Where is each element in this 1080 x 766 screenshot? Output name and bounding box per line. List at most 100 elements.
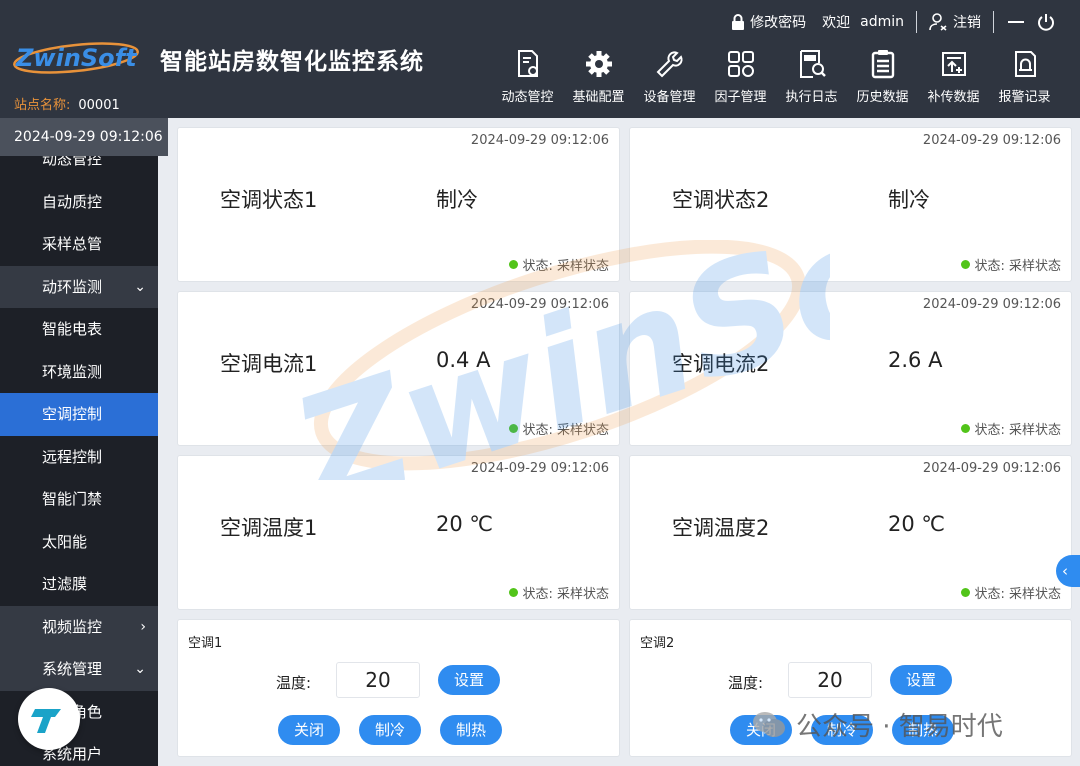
station-value: 00001 bbox=[78, 98, 120, 113]
nav-alarm-records[interactable]: 报警记录 bbox=[989, 48, 1060, 105]
minimize-icon[interactable] bbox=[1006, 12, 1026, 32]
app-header: ZwinSoft 智能站房数智化监控系统 站点名称: 00001 修改密码 欢迎 … bbox=[0, 0, 1080, 118]
nav-label: 因子管理 bbox=[714, 90, 767, 105]
sidebar-item-label: 太阳能 bbox=[42, 532, 88, 551]
nav-history-data[interactable]: 历史数据 bbox=[847, 48, 918, 105]
power-icon[interactable] bbox=[1036, 12, 1056, 32]
card-status: 状态: 采样状态 bbox=[961, 583, 1061, 602]
nav-execution-log[interactable]: 执行日志 bbox=[776, 48, 847, 105]
ac-2-control-panel: 空调2 温度: 20 设置 关闭 制冷 制热 bbox=[629, 619, 1072, 757]
sidebar-item-solar[interactable]: 太阳能 bbox=[0, 520, 158, 563]
nav-label: 历史数据 bbox=[856, 90, 909, 105]
card-timestamp: 2024-09-29 09:12:06 bbox=[922, 133, 1061, 148]
card-name: 空调状态2 bbox=[672, 188, 770, 212]
chevron-down-icon: ⌄ bbox=[134, 278, 146, 295]
card-value: 20 ℃ bbox=[436, 512, 493, 536]
sidebar-item-sampling[interactable]: 采样总管 bbox=[0, 223, 158, 266]
chevron-down-icon: ⌄ bbox=[134, 661, 146, 677]
temperature-input[interactable]: 20 bbox=[336, 662, 420, 698]
sidebar-item-label: 智能电表 bbox=[42, 320, 103, 338]
sidebar-item-env-monitor[interactable]: 环境监测 bbox=[0, 350, 158, 393]
nav-label: 补传数据 bbox=[927, 90, 980, 105]
username: admin bbox=[860, 14, 904, 30]
logout-label: 注销 bbox=[953, 15, 981, 31]
card-status: 状态: 采样状态 bbox=[961, 255, 1061, 274]
status-text: 状态: 采样状态 bbox=[522, 587, 609, 602]
ac-current-1-card: 2024-09-29 09:12:06 空调电流1 0.4 A 状态: 采样状态 bbox=[177, 291, 620, 446]
ac-1-control-panel: 空调1 温度: 20 设置 关闭 制冷 制热 bbox=[177, 619, 620, 757]
sidebar-item-label: 远程控制 bbox=[42, 447, 103, 466]
collapse-tab-button[interactable]: ‹ bbox=[1056, 555, 1080, 587]
change-password-link[interactable]: 修改密码 bbox=[730, 12, 806, 32]
main-content: 2024-09-29 09:12:06 空调状态1 制冷 状态: 采样状态 20… bbox=[168, 118, 1080, 766]
change-password-label: 修改密码 bbox=[750, 15, 807, 31]
card-value: 0.4 A bbox=[436, 348, 491, 372]
sidebar-item-door-access[interactable]: 智能门禁 bbox=[0, 478, 158, 521]
top-bar: 修改密码 欢迎 admin 注销 bbox=[730, 9, 1056, 35]
sidebar-item-remote-control[interactable]: 远程控制 bbox=[0, 435, 158, 478]
sidebar-item-label: 智能门禁 bbox=[42, 490, 103, 508]
nav-factor-management[interactable]: 因子管理 bbox=[705, 48, 776, 105]
ac-temp-2-card: 2024-09-29 09:12:06 空调温度2 20 ℃ 状态: 采样状态 bbox=[629, 455, 1072, 610]
nav-supplement-data[interactable]: 补传数据 bbox=[918, 48, 989, 105]
ac-current-2-card: 2024-09-29 09:12:06 空调电流2 2.6 A 状态: 采样状态 bbox=[629, 291, 1072, 446]
ac-temp-1-card: 2024-09-29 09:12:06 空调温度1 20 ℃ 状态: 采样状态 bbox=[177, 455, 620, 610]
card-name: 空调电流1 bbox=[220, 352, 318, 376]
sidebar-group-environment[interactable]: 动环监测 ⌄ bbox=[0, 265, 158, 308]
sidebar-item-smart-meter[interactable]: 智能电表 bbox=[0, 308, 158, 351]
status-text: 状态: 采样状态 bbox=[522, 423, 609, 438]
cool-button[interactable]: 制冷 bbox=[359, 715, 421, 745]
status-dot-icon bbox=[961, 588, 971, 597]
nav-label: 设备管理 bbox=[643, 90, 696, 105]
sidebar-item-filter-membrane[interactable]: 过滤膜 bbox=[0, 563, 158, 606]
floating-app-logo[interactable] bbox=[18, 688, 80, 750]
status-text: 状态: 采样状态 bbox=[974, 423, 1061, 438]
system-title: 智能站房数智化监控系统 bbox=[160, 49, 424, 75]
zwinsoft-logo: ZwinSoft bbox=[13, 42, 139, 74]
set-button[interactable]: 设置 bbox=[890, 665, 952, 695]
card-timestamp: 2024-09-29 09:12:06 bbox=[470, 461, 609, 476]
card-value: 20 ℃ bbox=[888, 512, 945, 536]
nav-device-management[interactable]: 设备管理 bbox=[634, 48, 705, 105]
nav-label: 报警记录 bbox=[998, 90, 1051, 105]
sidebar-menu: 动态管控 自动质控 采样总管 动环监测 ⌄ 智能电表 环境监测 空调控制 远程控制… bbox=[0, 138, 158, 766]
ac-status-1-card: 2024-09-29 09:12:06 空调状态1 制冷 状态: 采样状态 bbox=[177, 127, 620, 282]
upload-box-icon bbox=[941, 52, 966, 76]
chevron-right-icon: › bbox=[140, 618, 146, 635]
nav-dynamic-control[interactable]: 动态管控 bbox=[492, 48, 563, 105]
card-timestamp: 2024-09-29 09:12:06 bbox=[922, 297, 1061, 312]
nav-label: 基础配置 bbox=[572, 90, 625, 105]
document-gear-icon bbox=[517, 50, 538, 77]
temperature-input[interactable]: 20 bbox=[788, 662, 872, 698]
sidebar-item-ac-control[interactable]: 空调控制 bbox=[0, 393, 158, 436]
sidebar-item-auto-qc[interactable]: 自动质控 bbox=[0, 180, 158, 223]
card-value: 2.6 A bbox=[888, 348, 943, 372]
card-timestamp: 2024-09-29 09:12:06 bbox=[470, 297, 609, 312]
nav-basic-config[interactable]: 基础配置 bbox=[563, 48, 634, 105]
sidebar-group-video[interactable]: 视频监控 › bbox=[0, 605, 158, 648]
status-text: 状态: 采样状态 bbox=[974, 259, 1061, 274]
off-button[interactable]: 关闭 bbox=[278, 715, 340, 745]
sidebar-datetime: 2024-09-29 09:12:06 bbox=[0, 118, 168, 156]
set-button[interactable]: 设置 bbox=[438, 665, 500, 695]
off-button[interactable]: 关闭 bbox=[730, 715, 792, 745]
card-timestamp: 2024-09-29 09:12:06 bbox=[470, 133, 609, 148]
sidebar-group-system[interactable]: 系统管理 ⌄ bbox=[0, 648, 158, 691]
sidebar-item-label: 采样总管 bbox=[42, 235, 103, 253]
status-dot-icon bbox=[961, 260, 971, 269]
status-dot-icon bbox=[509, 588, 519, 597]
heat-button[interactable]: 制热 bbox=[892, 715, 954, 745]
status-dot-icon bbox=[961, 424, 971, 433]
temperature-label: 温度: bbox=[728, 674, 764, 692]
station-label: 站点名称: bbox=[14, 98, 71, 113]
main-nav: 动态管控 基础配置 设备管理 因子管理 执行日志 历史数据 补传数据 报警记录 bbox=[492, 48, 1060, 105]
temperature-label: 温度: bbox=[276, 674, 312, 692]
sidebar-scrollbar[interactable] bbox=[158, 156, 168, 766]
alarm-bell-icon bbox=[1014, 51, 1036, 77]
heat-button[interactable]: 制热 bbox=[440, 715, 502, 745]
logout-button[interactable]: 注销 bbox=[929, 12, 981, 32]
lock-icon bbox=[732, 14, 745, 30]
card-timestamp: 2024-09-29 09:12:06 bbox=[922, 461, 1061, 476]
cool-button[interactable]: 制冷 bbox=[811, 715, 873, 745]
control-name: 空调1 bbox=[188, 636, 223, 651]
